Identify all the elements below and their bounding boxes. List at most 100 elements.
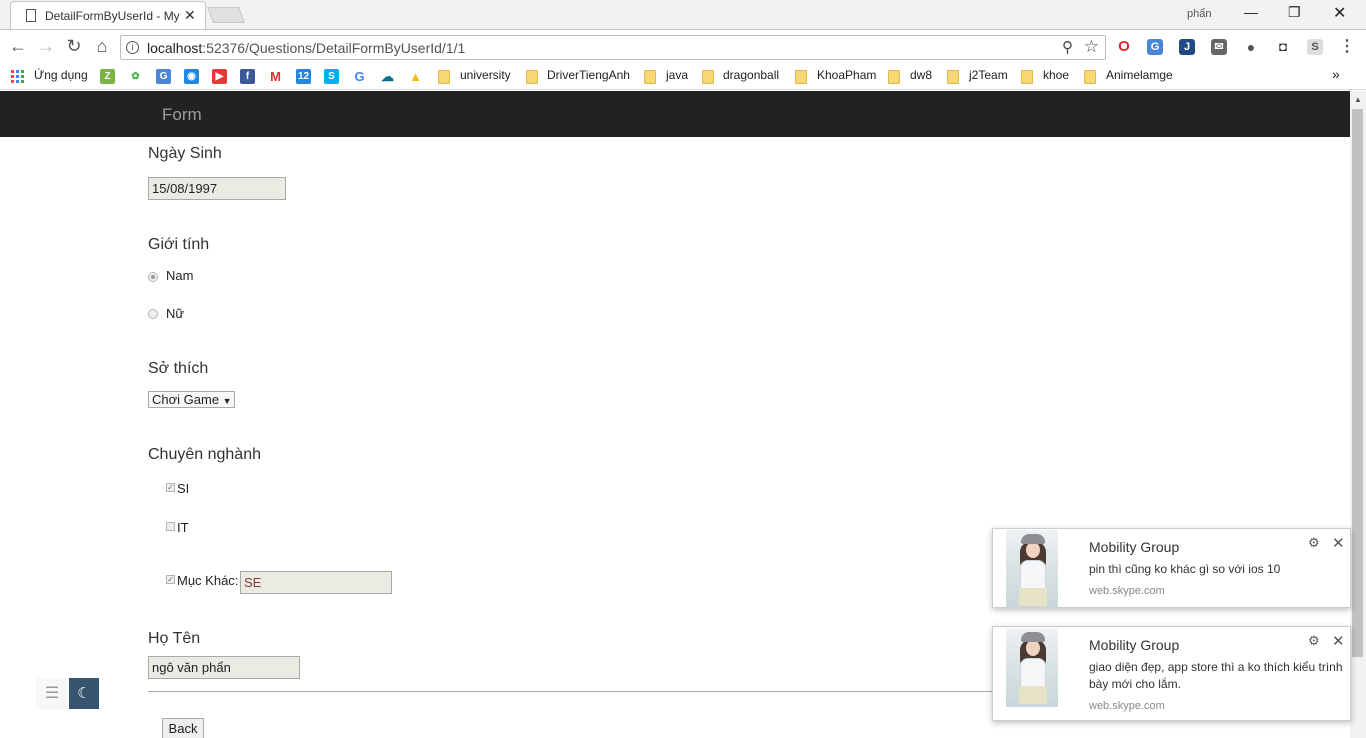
hamburger-menu-icon[interactable]: ☰ — [36, 678, 68, 709]
zing-icon[interactable]: Z — [100, 69, 115, 84]
new-tab-button[interactable] — [207, 7, 245, 23]
calendar-icon[interactable]: 12 — [296, 69, 311, 84]
bookmark-j2team[interactable]: j2Team — [969, 68, 1008, 82]
forward-arrow-icon[interactable]: → — [35, 36, 57, 57]
gender-option-nam: Nam — [166, 268, 194, 283]
google-icon[interactable]: G — [352, 69, 367, 84]
gear-icon[interactable]: ⚙ — [1308, 633, 1320, 649]
folder-icon — [438, 70, 450, 84]
more-bookmarks-icon[interactable]: » — [1332, 66, 1340, 82]
minimize-icon[interactable]: — — [1244, 4, 1258, 20]
close-window-icon[interactable]: ✕ — [1333, 3, 1346, 23]
gmail-icon[interactable]: M — [268, 69, 283, 84]
hobby-label: Sở thích — [148, 360, 209, 377]
facebook-icon[interactable]: f — [240, 69, 255, 84]
bookmark-drivertienganh[interactable]: DriverTiengAnh — [547, 68, 630, 82]
skype-notification-2[interactable]: Mobility Group giao diện đẹp, app store … — [992, 626, 1351, 721]
dob-input[interactable]: 15/08/1997 — [148, 177, 286, 200]
bookmark-khoapham[interactable]: KhoaPham — [817, 68, 876, 82]
notification-message: giao diện đẹp, app store thì a ko thích … — [1089, 660, 1343, 691]
scrollbar-thumb[interactable] — [1352, 109, 1363, 657]
bookmark-university[interactable]: university — [460, 68, 511, 82]
folder-icon — [1084, 70, 1096, 84]
folder-icon — [644, 70, 656, 84]
gear-icon[interactable]: ⚙ — [1308, 535, 1320, 551]
dropdown-arrow-icon: ▼ — [222, 396, 232, 406]
major-option-it: IT — [177, 520, 189, 535]
folder-icon — [526, 70, 538, 84]
translate-bm-icon[interactable]: G — [156, 69, 171, 84]
divider — [148, 691, 998, 692]
leaf-icon[interactable]: ✿ — [128, 69, 143, 84]
camera-icon[interactable]: ◘ — [1275, 39, 1291, 55]
hobby-value: Chơi Game — [152, 392, 220, 407]
hobby-select[interactable]: Chơi Game ▼ — [148, 391, 235, 408]
major-other-label: Mục Khác: — [177, 573, 239, 588]
bookmark-apps[interactable]: Ứng dụng — [34, 68, 88, 82]
bookmark-java[interactable]: java — [666, 68, 688, 82]
major-checkbox-it[interactable] — [166, 522, 175, 531]
bulb-icon[interactable]: ● — [1243, 39, 1259, 55]
major-checkbox-si[interactable]: ✓ — [166, 483, 175, 492]
close-icon[interactable]: ✕ — [1332, 632, 1345, 650]
reload-icon[interactable]: ↻ — [63, 36, 85, 57]
drive-icon[interactable]: ▲ — [408, 69, 423, 84]
page-icon — [26, 9, 36, 22]
navbar-brand[interactable]: Form — [162, 105, 202, 125]
name-input[interactable]: ngô văn phẩn — [148, 656, 300, 679]
bookmark-khoe[interactable]: khoe — [1043, 68, 1069, 82]
notification-avatar — [1006, 530, 1058, 609]
page-scrollbar[interactable]: ▲ — [1350, 91, 1366, 738]
bookmark-animelamge[interactable]: Animelamge — [1106, 68, 1173, 82]
apps-icon[interactable] — [11, 70, 24, 83]
major-label: Chuyên nghành — [148, 446, 261, 463]
back-arrow-icon[interactable]: ← — [7, 36, 29, 57]
j2team-icon[interactable]: J — [1179, 39, 1195, 55]
notification-source: web.skype.com — [1089, 585, 1165, 597]
browser-tab[interactable]: DetailFormByUserId - My ✕ — [10, 1, 206, 29]
folder-icon — [888, 70, 900, 84]
navbar: Form — [0, 91, 1350, 137]
browser-toolbar: ← → ↻ ⌂ i localhost:52376/Questions/Deta… — [0, 29, 1366, 64]
major-option-si: SI — [177, 481, 190, 496]
close-icon[interactable]: ✕ — [1332, 534, 1345, 552]
bookmark-star-icon[interactable]: ☆ — [1084, 37, 1099, 57]
s-extension-icon[interactable]: S — [1307, 39, 1323, 55]
info-icon[interactable]: i — [126, 41, 139, 54]
tab-strip: DetailFormByUserId - My ✕ phẩn — ❐ ✕ — [0, 0, 1366, 29]
home-icon[interactable]: ⌂ — [91, 36, 113, 57]
profile-name[interactable]: phẩn — [1187, 8, 1211, 20]
notification-sender: Mobility Group — [1089, 637, 1180, 653]
gender-radio-nu[interactable] — [148, 309, 158, 319]
bookmark-dw8[interactable]: dw8 — [910, 68, 932, 82]
web-icon[interactable]: ◉ — [184, 69, 199, 84]
url-host: localhost — [147, 40, 203, 56]
menu-kebab-icon[interactable]: ⋮ — [1339, 39, 1355, 55]
night-mode-widget: ☰ ☾ — [36, 678, 100, 709]
gender-radio-nam[interactable] — [148, 272, 158, 282]
skype-notification-1[interactable]: Mobility Group pin thì cũng ko khác gì s… — [992, 528, 1351, 609]
translate-icon[interactable]: G — [1147, 39, 1163, 55]
url-text[interactable]: localhost:52376/Questions/DetailFormByUs… — [147, 40, 465, 56]
address-bar[interactable]: i localhost:52376/Questions/DetailFormBy… — [120, 35, 1106, 60]
mail-icon[interactable]: ✉ — [1211, 39, 1227, 55]
gender-label: Giới tính — [148, 236, 210, 253]
cloud-icon[interactable]: ☁ — [380, 69, 395, 84]
name-label: Họ Tên — [148, 630, 201, 647]
bookmark-dragonball[interactable]: dragonball — [723, 68, 779, 82]
scroll-up-icon[interactable]: ▲ — [1354, 95, 1362, 104]
skype-icon[interactable]: S — [324, 69, 339, 84]
search-icon[interactable]: ⚲ — [1062, 38, 1073, 56]
back-button[interactable]: Back — [162, 718, 204, 738]
folder-icon — [947, 70, 959, 84]
close-tab-icon[interactable]: ✕ — [184, 7, 196, 24]
youtube-icon[interactable]: ▶ — [212, 69, 227, 84]
notification-avatar — [1006, 628, 1058, 707]
opera-icon[interactable]: O — [1116, 39, 1132, 55]
bookmarks-bar: Ứng dụng Z ✿ G ◉ ▶ f M 12 S G ☁ ▲ univer… — [0, 64, 1366, 90]
major-other-input[interactable]: SE — [240, 571, 392, 594]
night-mode-moon-icon[interactable]: ☾ — [69, 678, 99, 709]
folder-icon — [1021, 70, 1033, 84]
major-checkbox-other[interactable]: ✓ — [166, 575, 175, 584]
restore-icon[interactable]: ❐ — [1288, 4, 1301, 21]
